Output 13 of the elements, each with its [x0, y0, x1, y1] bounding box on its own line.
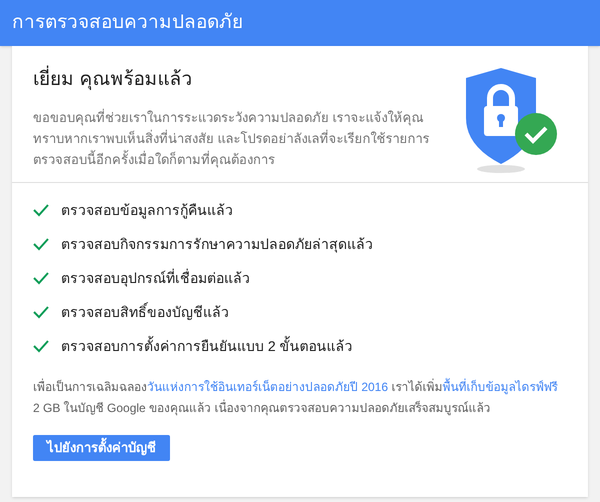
promo-text: เพื่อเป็นการเฉลิมฉลองวันแห่งการใช้อินเทอร์เน็ตอย่างปลอดภัยปี 2016 เราได้เพิ่มพื้นที่เก็บข้อมูลไดรฟ์ฟรี 2 GB ในบัญชี Google ของคุณแล้ว เนื่องจากคุณตรวจสอบความปลอดภัยเสร็จสมบูรณ์แล้ว [33, 377, 558, 418]
account-settings-button[interactable]: ไปยังการตั้งค่าบัญชี [33, 435, 170, 461]
summary-text: ขอขอบคุณที่ช่วยเราในการระแวดระวังความปลอดภัย เราจะแจ้งให้คุณทราบหากเราพบเห็นสิ่งที่น่าสงสัย และโปรดอย่าลังเลที่จะเรียกใช้รายการตรวจสอบนี้อีกครั้งเมื่อใดก็ตามที่คุณต้องการ [33, 108, 431, 170]
checklist-item: ตรวจสอบกิจกรรมการรักษาความปลอดภัยล่าสุดแล้ว [61, 234, 373, 254]
page-title: การตรวจสอบความปลอดภัย [12, 10, 243, 35]
checklist-item: ตรวจสอบสิทธิ์ของบัญชีแล้ว [61, 302, 229, 322]
link[interactable]: พื้นที่เก็บข้อมูลไดรฟ์ฟรี [442, 380, 558, 394]
link[interactable]: วันแห่งการใช้อินเทอร์เน็ตอย่างปลอดภัยปี 2016 [147, 380, 388, 394]
heading: เยี่ยม คุณพร้อมแล้ว [33, 66, 466, 94]
checklist-item: ตรวจสอบอุปกรณ์ที่เชื่อมต่อแล้ว [61, 268, 250, 288]
checklist-item: ตรวจสอบข้อมูลการกู้คืนแล้ว [61, 200, 233, 220]
checklist-item: ตรวจสอบการตั้งค่าการยืนยันแบบ 2 ขั้นตอนแล้ว [61, 336, 353, 356]
shield-lock-icon [466, 68, 558, 176]
